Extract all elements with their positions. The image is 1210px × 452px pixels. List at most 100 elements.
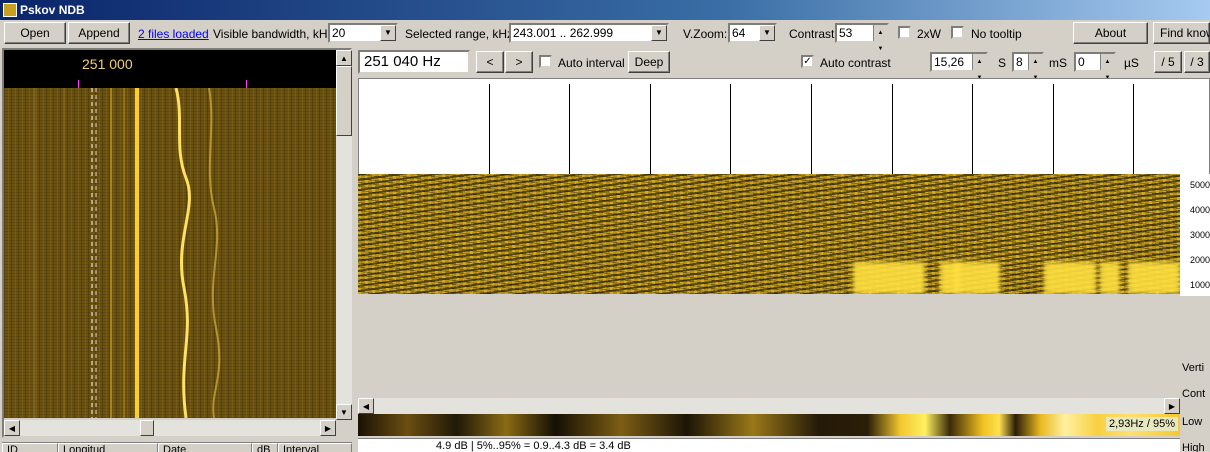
station-table-header: ID Longitud Date dB Interval	[2, 442, 352, 452]
about-button[interactable]: About	[1073, 22, 1148, 44]
side-label: Low	[1182, 416, 1203, 428]
us-stepper[interactable]: 0 ▲▼	[1074, 52, 1116, 81]
signal-burst	[1044, 262, 1096, 294]
grid-line	[811, 84, 812, 176]
intensity-colorbar[interactable]: 2,93Hz / 95%	[358, 414, 1180, 436]
y-tick-label: 3000	[1190, 230, 1210, 240]
grid-line	[489, 84, 490, 176]
contrast-value: 53	[839, 26, 853, 40]
y-tick-label: 2000	[1190, 255, 1210, 265]
frequency-display: 251 040 Hz	[358, 50, 470, 74]
ms-value: 8	[1016, 55, 1023, 69]
files-loaded-link[interactable]: 2 files loaded	[138, 27, 209, 41]
divide-3-button[interactable]: / 3	[1184, 51, 1210, 73]
side-label: High	[1182, 442, 1205, 452]
scroll-up-icon[interactable]: ▲	[336, 50, 352, 66]
column-header[interactable]: Date	[158, 443, 252, 452]
spin-arrows-icon[interactable]: ▲▼	[972, 54, 986, 81]
vzoom-label: V.Zoom:	[683, 27, 728, 41]
column-header[interactable]: ID	[2, 443, 58, 452]
column-header[interactable]: Longitud	[58, 443, 158, 452]
waterfall-hscrollbar[interactable]: ◀ ▶	[4, 420, 336, 436]
find-known-button[interactable]: Find know	[1153, 22, 1210, 44]
spectrogram-hscrollbar[interactable]: ◀ ▶	[358, 398, 1180, 414]
scroll-down-icon[interactable]: ▼	[336, 404, 352, 420]
signal-burst	[1128, 262, 1180, 294]
contrast-stepper[interactable]: 53 ▲ ▼	[835, 23, 889, 52]
chevron-down-icon[interactable]: ▼	[380, 25, 396, 41]
grid-line	[1053, 84, 1054, 176]
bandwidth-value: 20	[332, 26, 346, 40]
toolbar: Open Append 2 files loaded Visible bandw…	[0, 20, 1210, 52]
plot-background	[358, 324, 1180, 398]
auto-contrast-checkbox[interactable]: ✓	[801, 55, 814, 68]
deep-button[interactable]: Deep	[628, 51, 670, 73]
spectrogram[interactable]	[358, 174, 1180, 324]
waterfall-display[interactable]	[4, 88, 336, 418]
waterfall-traces	[32, 88, 221, 418]
auto-interval-checkbox[interactable]	[539, 55, 552, 68]
side-label: Cont	[1182, 388, 1206, 400]
y-tick-label: 5000	[1190, 180, 1210, 190]
side-panel: Verti Cont Low High	[1180, 358, 1210, 452]
range-label: Selected range, kHz:	[405, 27, 517, 41]
waterfall-panel: 251 000 ▲ ▼ ◀ ▶	[2, 48, 352, 438]
no-tooltip-checkbox[interactable]	[951, 26, 964, 39]
scroll-thumb[interactable]	[140, 420, 154, 436]
seconds-unit: S	[998, 56, 1007, 70]
next-button[interactable]: >	[505, 51, 533, 73]
signal-burst	[1100, 262, 1120, 294]
range-value: 243.001 .. 262.999	[513, 26, 614, 40]
vzoom-select[interactable]: 64 ▼	[728, 23, 777, 43]
resolution-readout: 2,93Hz / 95%	[1105, 417, 1178, 431]
side-label: Verti	[1182, 362, 1205, 374]
spin-arrows-icon[interactable]: ▲▼	[1028, 54, 1042, 81]
vzoom-value: 64	[732, 26, 746, 40]
scroll-right-icon[interactable]: ▶	[320, 420, 336, 436]
grid-line	[650, 84, 651, 176]
auto-interval-label: Auto interval	[558, 56, 625, 70]
waterfall-vscrollbar[interactable]: ▲ ▼	[336, 50, 352, 420]
app-icon	[3, 3, 17, 17]
bandwidth-select[interactable]: 20 ▼	[328, 23, 398, 43]
level-info: 4.9 dB | 5%..95% = 0.9..4.3 dB = 3.4 dB	[358, 438, 1180, 452]
range-select[interactable]: 243.001 .. 262.999 ▼	[509, 23, 669, 43]
no-tooltip-label: No tooltip	[971, 27, 1022, 41]
ruler-marker	[78, 80, 79, 88]
column-header[interactable]: Interval	[278, 443, 352, 452]
2xw-checkbox[interactable]	[898, 26, 911, 39]
auto-contrast-label: Auto contrast	[820, 56, 891, 70]
bandwidth-label: Visible bandwidth, kHz:	[213, 27, 337, 41]
frequency-ruler: 251 000	[4, 50, 336, 88]
scroll-left-icon[interactable]: ◀	[4, 420, 20, 436]
grid-line	[569, 84, 570, 176]
append-button[interactable]: Append	[68, 22, 130, 44]
chevron-down-icon[interactable]: ▼	[759, 25, 775, 41]
grid-line	[892, 84, 893, 176]
grid-line	[972, 84, 973, 176]
scroll-right-icon[interactable]: ▶	[1164, 398, 1180, 414]
spin-arrows-icon[interactable]: ▲▼	[873, 25, 887, 52]
contrast-label: Contrast:	[789, 27, 838, 41]
window-title: Pskov NDB	[20, 3, 85, 17]
ruler-marker	[246, 80, 247, 88]
chevron-down-icon[interactable]: ▼	[651, 25, 667, 41]
scroll-thumb[interactable]	[336, 66, 352, 136]
prev-button[interactable]: <	[476, 51, 504, 73]
scroll-left-icon[interactable]: ◀	[358, 398, 374, 414]
ms-stepper[interactable]: 8 ▲▼	[1012, 52, 1044, 81]
signal-burst	[954, 262, 1000, 294]
analyzer-panel: 251 040 Hz < > Auto interval Deep ✓ Auto…	[358, 48, 1210, 452]
divide-5-button[interactable]: / 5	[1154, 51, 1182, 73]
spectrogram-floor	[358, 294, 1180, 324]
time-seconds-stepper[interactable]: 15,26 ▲▼	[930, 52, 988, 81]
title-bar: Pskov NDB	[0, 0, 1210, 20]
ms-unit: mS	[1049, 56, 1067, 70]
open-button[interactable]: Open	[4, 22, 66, 44]
frequency-axis: 5000 4000 3000 2000 1000	[1180, 174, 1210, 296]
signal-burst	[853, 262, 925, 294]
column-header[interactable]: dB	[252, 443, 278, 452]
time-seconds-value: 15,26	[934, 55, 965, 69]
grid-line	[1133, 84, 1134, 176]
spin-arrows-icon[interactable]: ▲▼	[1100, 54, 1114, 81]
